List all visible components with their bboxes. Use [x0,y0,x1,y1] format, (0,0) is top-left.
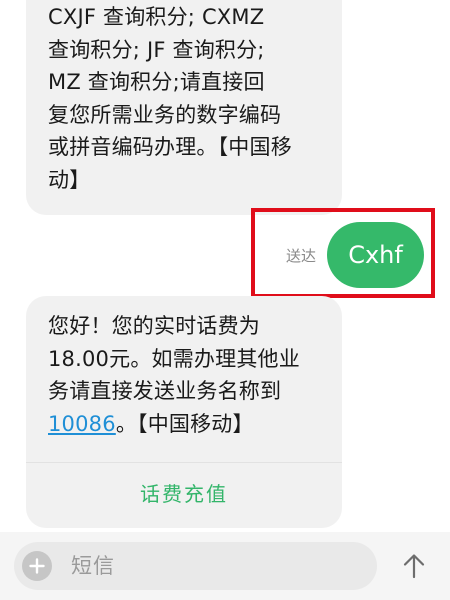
highlight-annotation [251,208,435,298]
message-line: 务请直接发送业务名称到 [48,379,282,403]
message-text: CXJF 查询积分; CXMZ 查询积分; JF 查询积分; MZ 查询积分;请… [26,0,342,196]
send-button[interactable] [397,549,431,583]
message-line: MZ 查询积分;请直接回 [48,70,265,94]
message-line: 或拼音编码办理。【中国移 [48,135,292,159]
message-line: 10086。【中国移动】 [48,408,320,441]
message-placeholder: 短信 [71,554,115,578]
message-line: 动】 [48,167,91,192]
phone-number-link[interactable]: 10086 [48,412,116,436]
arrow-up-icon [403,554,425,579]
message-line: 复您所需业务的数字编码 [48,102,282,127]
message-line: 查询积分; JF 查询积分; [48,37,265,62]
composer-bar: 短信 [0,532,450,600]
message-line: 18.00元。如需办理其他业 [48,346,300,371]
message-input[interactable]: 短信 [14,542,377,590]
add-attachment-button[interactable] [22,551,52,581]
plus-icon [29,558,45,574]
incoming-message-bubble[interactable]: CXJF 查询积分; CXMZ 查询积分; JF 查询积分; MZ 查询积分;请… [26,0,342,215]
incoming-message-bubble[interactable]: 您好！您的实时话费为 18.00元。如需办理其他业 务请直接发送业务名称到 10… [26,296,342,528]
message-line: CXJF 查询积分; CXMZ [48,5,265,29]
message-suffix: 。【中国移动】 [115,411,254,436]
message-line: 您好！您的实时话费为 [48,314,260,338]
message-text: 您好！您的实时话费为 18.00元。如需办理其他业 务请直接发送业务名称到 10… [26,296,342,440]
recharge-action-button[interactable]: 话费充值 [26,463,342,528]
